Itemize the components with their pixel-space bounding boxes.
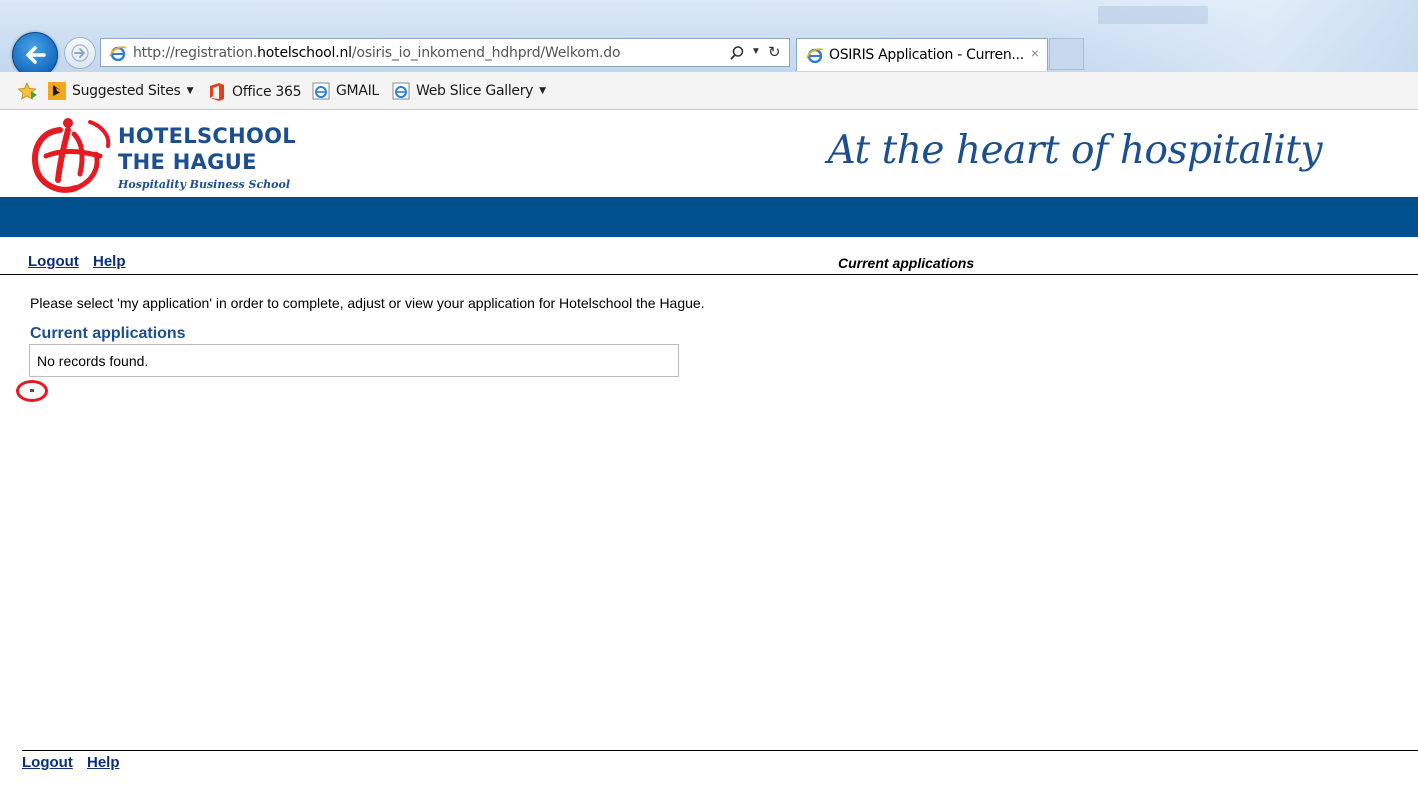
section-title: Current applications — [30, 325, 186, 342]
address-bar[interactable]: http://registration.hotelschool.nl/osiri… — [100, 38, 790, 67]
page-title: Current applications — [838, 255, 975, 271]
logout-link[interactable]: Logout — [28, 253, 79, 270]
logo-title-line2: THE HAGUE — [118, 150, 257, 174]
logo-title-line1: HOTELSCHOOL — [118, 124, 296, 148]
forward-arrow-icon — [71, 44, 89, 62]
tab-title: OSIRIS Application - Curren... — [829, 47, 1024, 63]
office-icon — [210, 83, 224, 101]
fav-suggested-sites[interactable]: Suggested Sites ▼ — [48, 82, 193, 100]
bing-icon — [48, 82, 66, 100]
ie-tab-icon — [806, 48, 824, 63]
search-icon[interactable] — [729, 45, 745, 61]
site-header: HOTELSCHOOL THE HAGUE Hospitality Busine… — [0, 110, 1418, 197]
top-nav: Logout Help Current applications — [0, 252, 1418, 275]
forward-button[interactable] — [64, 37, 96, 69]
ie-page-icon — [312, 82, 330, 100]
chevron-down-icon: ▼ — [539, 86, 546, 96]
refresh-icon[interactable]: ↻ — [768, 43, 781, 61]
fav-web-slice-gallery[interactable]: Web Slice Gallery ▼ — [392, 82, 546, 100]
brand-banner — [0, 197, 1418, 237]
footer-divider — [22, 750, 1418, 751]
empty-message: No records found. — [37, 353, 149, 369]
footer-help-link[interactable]: Help — [87, 754, 120, 771]
fav-gmail[interactable]: GMAIL — [312, 82, 379, 100]
tiny-link-marker[interactable] — [30, 389, 34, 392]
tab-close-icon[interactable]: × — [1031, 45, 1039, 61]
new-tab-button[interactable] — [1049, 38, 1084, 70]
window-controls[interactable] — [1098, 6, 1208, 24]
titlebar-glass — [1038, 0, 1418, 72]
hotelschool-logo-icon — [32, 118, 111, 193]
chevron-down-icon: ▼ — [186, 86, 194, 96]
search-dropdown-icon[interactable]: ▼ — [751, 46, 761, 57]
url-host: hotelschool.nl — [257, 45, 352, 61]
favorites-star-icon[interactable] — [18, 82, 38, 100]
footer-logout-link[interactable]: Logout — [22, 754, 73, 771]
site-tagline: At the heart of hospitality — [827, 128, 1323, 173]
ie-page-icon — [109, 46, 127, 61]
help-link[interactable]: Help — [93, 253, 126, 270]
intro-text: Please select 'my application' in order … — [30, 295, 705, 311]
logo-subtitle: Hospitality Business School — [118, 178, 291, 191]
url-text[interactable]: http://registration.hotelschool.nl/osiri… — [133, 45, 621, 61]
back-arrow-icon — [26, 46, 46, 64]
browser-tab-active[interactable]: OSIRIS Application - Curren... × — [796, 38, 1048, 71]
fav-office-365[interactable]: Office 365 — [208, 82, 302, 102]
ie-page-icon — [392, 82, 410, 100]
applications-table: No records found. — [29, 344, 679, 377]
favorites-bar: Suggested Sites ▼ Office 365 GMAIL Web S… — [0, 72, 1418, 110]
